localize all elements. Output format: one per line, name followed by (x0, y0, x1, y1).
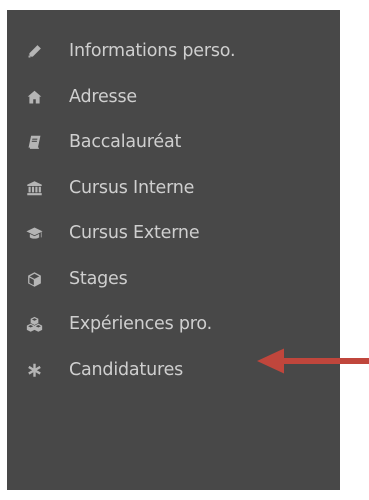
sidebar-item-label: Cursus Externe (69, 223, 200, 243)
screenshot-canvas: Informations perso. Adresse Baccalauréat… (0, 0, 369, 500)
institution-icon (24, 178, 44, 198)
sidebar-menu: Informations perso. Adresse Baccalauréat… (7, 10, 340, 490)
sidebar-item-experiences-pro[interactable]: Expériences pro. (7, 302, 340, 348)
sidebar-item-label: Adresse (69, 86, 137, 107)
sidebar-item-label: Expériences pro. (69, 314, 212, 334)
sidebar-item-label: Baccalauréat (69, 132, 182, 152)
home-icon (24, 87, 44, 107)
pencil-icon (24, 42, 44, 62)
sidebar-item-label: Candidatures (69, 359, 184, 380)
sidebar-item-label: Stages (69, 268, 128, 289)
graduation-cap-icon (24, 224, 44, 244)
sidebar-menu-list: Informations perso. Adresse Baccalauréat… (7, 29, 340, 393)
sidebar-item-stages[interactable]: Stages (7, 257, 340, 303)
cube-icon (24, 269, 44, 289)
sidebar-item-informations-perso[interactable]: Informations perso. (7, 29, 340, 75)
sidebar-item-baccalaureat[interactable]: Baccalauréat (7, 120, 340, 166)
sidebar-item-label: Informations perso. (69, 41, 236, 61)
book-icon (24, 133, 44, 153)
cubes-icon (24, 315, 44, 335)
arrow-left-icon (257, 348, 369, 374)
sidebar-item-cursus-interne[interactable]: Cursus Interne (7, 166, 340, 212)
sidebar-item-cursus-externe[interactable]: Cursus Externe (7, 211, 340, 257)
asterisk-icon (24, 360, 44, 380)
sidebar-item-label: Cursus Interne (69, 177, 195, 198)
sidebar-item-adresse[interactable]: Adresse (7, 75, 340, 121)
